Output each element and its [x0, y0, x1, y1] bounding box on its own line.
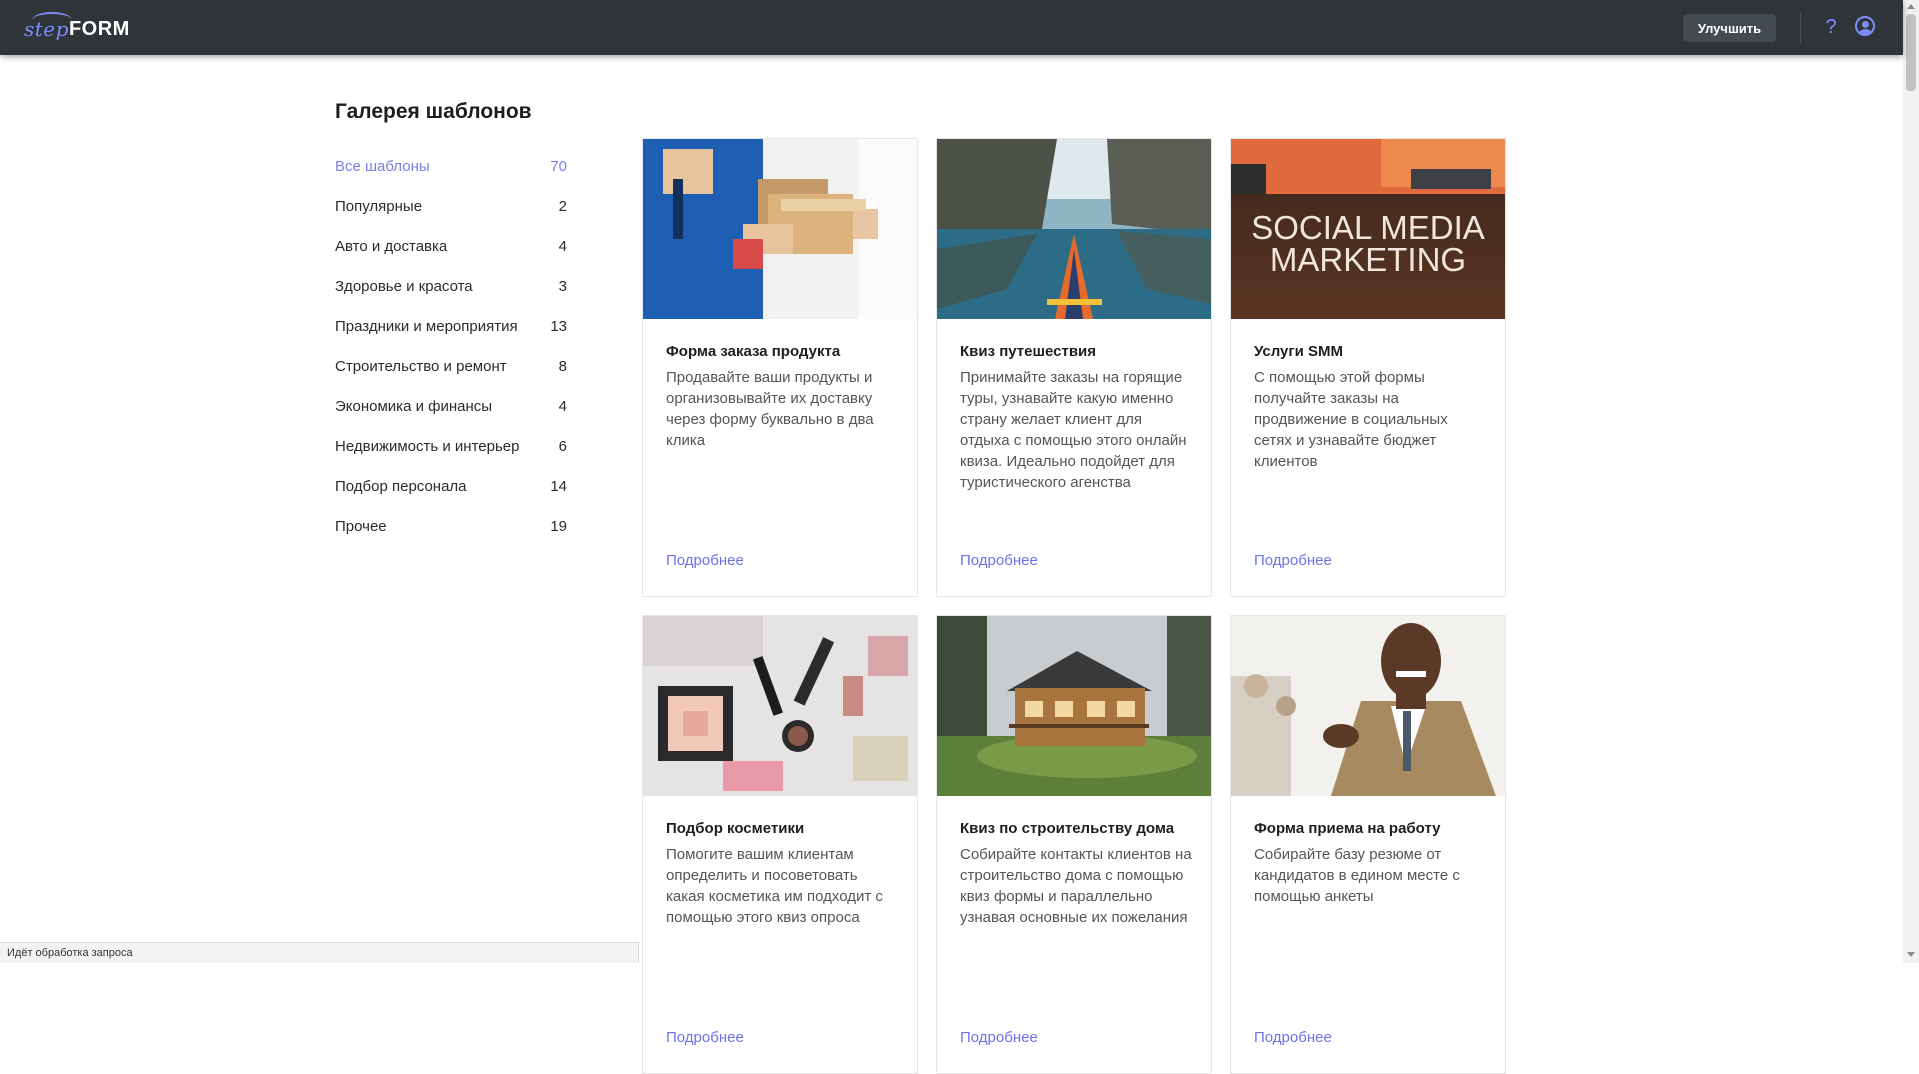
category-count: 13 [550, 317, 567, 335]
category-label: Прочее [335, 517, 387, 535]
template-card-product-order[interactable]: Форма заказа продукта Продавайте ваши пр… [642, 138, 918, 597]
logo-form-text: FORM [68, 17, 130, 40]
category-count: 8 [558, 357, 567, 375]
smm-photo: SOCIAL MEDIA MARKETING [1231, 139, 1505, 319]
card-description: С помощью этой формы получайте заказы на… [1254, 369, 1448, 470]
card-title: Форма заказа продукта [666, 343, 841, 360]
card-details-link[interactable]: Подробнее [1254, 552, 1332, 569]
category-item-health[interactable]: Здоровье и красота 3 [335, 266, 567, 306]
help-icon[interactable]: ? [1823, 14, 1839, 40]
card-title: Квиз по строительству дома [960, 820, 1175, 837]
category-label: Недвижимость и интерьер [335, 437, 520, 455]
category-label: Популярные [335, 197, 423, 215]
header-divider [1800, 12, 1801, 44]
category-item-realty[interactable]: Недвижимость и интерьер 6 [335, 426, 567, 466]
category-item-construction[interactable]: Строительство и ремонт 8 [335, 346, 567, 386]
card-description: Помогите вашим клиентам определить и пос… [666, 846, 883, 926]
house-photo [937, 616, 1211, 796]
businessman-photo [1231, 616, 1505, 796]
user-account-icon[interactable] [1855, 16, 1875, 36]
scroll-down-arrow-icon[interactable] [1907, 952, 1915, 957]
category-count: 2 [558, 197, 567, 215]
category-count: 3 [558, 277, 567, 295]
category-item-finance[interactable]: Экономика и финансы 4 [335, 386, 567, 426]
category-count: 14 [550, 477, 567, 495]
category-label: Авто и доставка [335, 237, 448, 255]
category-item-other[interactable]: Прочее 19 [335, 506, 567, 546]
category-label: Экономика и финансы [335, 397, 493, 415]
browser-status-bar: Идёт обработка запроса [0, 942, 639, 963]
category-count: 4 [558, 397, 567, 415]
card-description: Собирайте базу резюме от кандидатов в ед… [1254, 846, 1460, 905]
upgrade-button[interactable]: Улучшить [1683, 14, 1776, 42]
logo-arc-mark [32, 12, 72, 28]
page-title: Галерея шаблонов [335, 100, 532, 123]
smm-image-text-line2: MARKETING [1270, 241, 1466, 278]
category-item-hr[interactable]: Подбор персонала 14 [335, 466, 567, 506]
card-description: Принимайте заказы на горящие туры, узнав… [960, 369, 1187, 491]
stepform-logo[interactable]: step FORM [24, 12, 130, 44]
card-title: Услуги SMM [1254, 343, 1344, 360]
user-icon-body [1859, 29, 1872, 34]
category-label: Строительство и ремонт [335, 357, 507, 375]
card-title: Форма приема на работу [1254, 820, 1441, 837]
category-item-events[interactable]: Праздники и мероприятия 13 [335, 306, 567, 346]
scroll-up-arrow-icon[interactable] [1907, 4, 1915, 9]
category-item-all[interactable]: Все шаблоны 70 [335, 146, 567, 186]
category-label: Здоровье и красота [335, 277, 473, 295]
category-count: 19 [550, 517, 567, 535]
template-card-smm[interactable]: SOCIAL MEDIA MARKETING Услуги SMM С помо… [1230, 138, 1506, 597]
category-list: Все шаблоны 70 Популярные 2 Авто и доста… [335, 146, 567, 546]
template-card-cosmetics[interactable]: Подбор косметики Помогите вашим клиентам… [642, 615, 918, 1074]
category-count: 70 [550, 157, 567, 175]
card-details-link[interactable]: Подробнее [666, 1029, 744, 1046]
page-scrollbar[interactable] [1903, 0, 1919, 963]
card-description: Собирайте контакты клиентов на строитель… [960, 846, 1192, 926]
category-label: Праздники и мероприятия [335, 317, 518, 335]
card-description: Продавайте ваши продукты и организовывай… [666, 369, 874, 449]
category-label: Подбор персонала [335, 477, 467, 495]
delivery-photo [643, 139, 917, 319]
card-details-link[interactable]: Подробнее [960, 552, 1038, 569]
card-title: Квиз путешествия [960, 343, 1097, 360]
card-details-link[interactable]: Подробнее [666, 552, 744, 569]
cosmetics-photo [643, 616, 917, 796]
top-navigation-bar: step FORM Улучшить ? [0, 0, 1903, 55]
card-title: Подбор косметики [666, 820, 805, 837]
category-item-popular[interactable]: Популярные 2 [335, 186, 567, 226]
category-count: 6 [558, 437, 567, 455]
template-card-travel-quiz[interactable]: Квиз путешествия Принимайте заказы на го… [936, 138, 1212, 597]
category-count: 4 [558, 237, 567, 255]
category-label: Все шаблоны [335, 157, 430, 175]
scrollbar-thumb[interactable] [1906, 14, 1916, 91]
template-card-house-building[interactable]: Квиз по строительству дома Собирайте кон… [936, 615, 1212, 1074]
category-item-auto[interactable]: Авто и доставка 4 [335, 226, 567, 266]
card-details-link[interactable]: Подробнее [960, 1029, 1038, 1046]
kayak-fjord-photo [937, 139, 1211, 319]
template-card-job-application[interactable]: Форма приема на работу Собирайте базу ре… [1230, 615, 1506, 1074]
card-details-link[interactable]: Подробнее [1254, 1029, 1332, 1046]
user-icon-head [1862, 21, 1869, 28]
